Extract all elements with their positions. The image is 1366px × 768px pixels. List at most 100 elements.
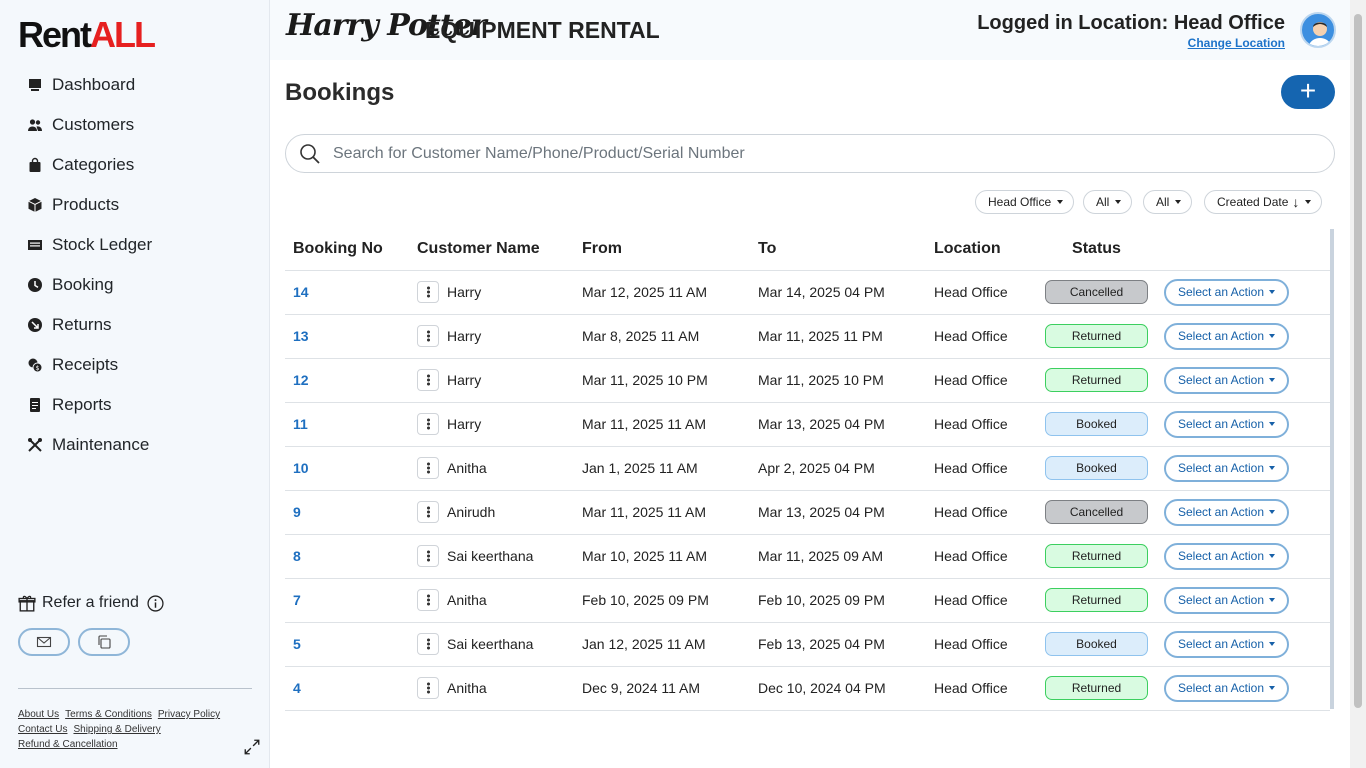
column-header: Customer Name (409, 229, 574, 271)
scrollbar-thumb[interactable] (1354, 14, 1362, 708)
select-action-dropdown[interactable]: Select an Action (1164, 630, 1289, 658)
avatar[interactable] (1300, 12, 1336, 48)
footer-links: About Us Terms & Conditions Privacy Policy… (18, 707, 226, 752)
sidebar-item-booking[interactable]: Booking (26, 265, 152, 305)
booking-number-link[interactable]: 5 (285, 622, 409, 667)
customer-cell: Anitha (409, 446, 574, 491)
search-bar[interactable] (285, 134, 1335, 173)
select-action-dropdown[interactable]: Select an Action (1164, 586, 1289, 614)
booking-number-link[interactable]: 7 (285, 578, 409, 623)
svg-text:$: $ (36, 365, 40, 372)
sidebar-item-maintenance[interactable]: Maintenance (26, 425, 152, 465)
filter-two[interactable]: All (1083, 190, 1133, 214)
booking-number-link[interactable]: 11 (285, 402, 409, 447)
booking-number-link[interactable]: 8 (285, 534, 409, 579)
copy-link-button[interactable] (78, 628, 130, 656)
select-action-dropdown[interactable]: Select an Action (1164, 322, 1289, 350)
change-location-link[interactable]: Change Location (977, 36, 1285, 50)
booking-number-link[interactable]: 9 (285, 490, 409, 535)
customer-name: Harry (447, 416, 482, 432)
sidebar-item-receipts[interactable]: $ Receipts (26, 345, 152, 385)
sidebar-divider (18, 688, 252, 689)
brand-logo[interactable]: RentALL (18, 14, 156, 56)
chevron-down-icon (1269, 378, 1276, 382)
customer-name: Harry (447, 328, 482, 344)
sort-filter[interactable]: Created Date ↓ (1204, 190, 1323, 214)
select-action-dropdown[interactable]: Select an Action (1164, 454, 1289, 482)
more-options-icon[interactable] (417, 281, 439, 303)
copy-icon (98, 635, 111, 649)
more-options-icon[interactable] (417, 457, 439, 479)
sidebar-item-returns[interactable]: Returns (26, 305, 152, 345)
booking-number-link[interactable]: 13 (285, 314, 409, 359)
to-date: Mar 13, 2025 04 PM (750, 490, 926, 535)
status-cell: Returned (1037, 534, 1156, 579)
page-title: Bookings (285, 79, 395, 106)
location-cell: Head Office (926, 622, 1037, 667)
about-link[interactable]: About Us (18, 709, 59, 720)
action-label: Select an Action (1177, 681, 1265, 695)
more-options-icon[interactable] (417, 369, 439, 391)
contact-link[interactable]: Contact Us (18, 724, 67, 735)
from-date: Mar 11, 2025 10 PM (574, 358, 750, 403)
add-booking-button[interactable]: + (1281, 75, 1335, 109)
location-filter[interactable]: Head Office (975, 190, 1075, 214)
sidebar-item-reports[interactable]: Reports (26, 385, 152, 425)
refund-link[interactable]: Refund & Cancellation (18, 739, 118, 750)
select-action-dropdown[interactable]: Select an Action (1164, 278, 1289, 306)
share-email-button[interactable] (18, 628, 70, 656)
page-scrollbar[interactable] (1350, 0, 1366, 768)
booking-number-link[interactable]: 14 (285, 270, 409, 315)
more-options-icon[interactable] (417, 633, 439, 655)
customer-name: Harry (447, 284, 482, 300)
sidebar-item-label: Stock Ledger (52, 235, 153, 254)
action-label: Select an Action (1177, 505, 1265, 519)
privacy-link[interactable]: Privacy Policy (158, 709, 220, 720)
more-options-icon[interactable] (417, 677, 439, 699)
column-header: Location (926, 229, 1037, 271)
action-label: Select an Action (1177, 593, 1265, 607)
more-options-icon[interactable] (417, 545, 439, 567)
search-input[interactable] (333, 144, 1293, 163)
users-icon (26, 116, 44, 134)
sidebar-item-label: Reports (52, 395, 112, 414)
more-options-icon[interactable] (417, 413, 439, 435)
sidebar-item-categories[interactable]: Categories (26, 145, 152, 185)
sidebar-item-customers[interactable]: Customers (26, 105, 152, 145)
shipping-link[interactable]: Shipping & Delivery (73, 724, 160, 735)
sidebar-item-stock-ledger[interactable]: Stock Ledger (26, 225, 152, 265)
sidebar-item-dashboard[interactable]: Dashboard (26, 65, 152, 105)
location-cell: Head Office (926, 578, 1037, 623)
filter-three-label: All (1156, 195, 1170, 209)
status-cell: Returned (1037, 666, 1156, 711)
terms-link[interactable]: Terms & Conditions (65, 709, 152, 720)
column-header: To (750, 229, 926, 271)
booking-number-link[interactable]: 4 (285, 666, 409, 711)
sidebar-item-products[interactable]: Products (26, 185, 152, 225)
location-info: Logged in Location: Head Office Change L… (977, 12, 1285, 50)
table-scrollbar[interactable] (1330, 229, 1334, 709)
customer-cell: Harry (409, 270, 574, 315)
more-options-icon[interactable] (417, 325, 439, 347)
customer-cell: Harry (409, 358, 574, 403)
more-options-icon[interactable] (417, 501, 439, 523)
table-row: 13 Harry Mar 8, 2025 11 AM Mar 11, 2025 11 … (285, 314, 1330, 359)
booking-number-link[interactable]: 10 (285, 446, 409, 491)
more-options-icon[interactable] (417, 589, 439, 611)
info-icon[interactable] (147, 594, 164, 612)
sidebar-item-label: Receipts (52, 355, 119, 374)
email-icon (36, 636, 52, 648)
select-action-dropdown[interactable]: Select an Action (1164, 542, 1289, 570)
sort-arrow-icon: ↓ (1292, 194, 1300, 210)
table-row: 4 Anitha Dec 9, 2024 11 AM Dec 10, 2024 04 … (285, 666, 1330, 711)
booking-number-link[interactable]: 12 (285, 358, 409, 403)
to-date: Dec 10, 2024 04 PM (750, 666, 926, 711)
select-action-dropdown[interactable]: Select an Action (1164, 410, 1289, 438)
select-action-dropdown[interactable]: Select an Action (1164, 366, 1289, 394)
location-cell: Head Office (926, 534, 1037, 579)
status-cell: Booked (1037, 402, 1156, 447)
select-action-dropdown[interactable]: Select an Action (1164, 498, 1289, 526)
select-action-dropdown[interactable]: Select an Action (1164, 674, 1289, 702)
collapse-icon[interactable] (243, 738, 261, 756)
filter-three[interactable]: All (1143, 190, 1193, 214)
